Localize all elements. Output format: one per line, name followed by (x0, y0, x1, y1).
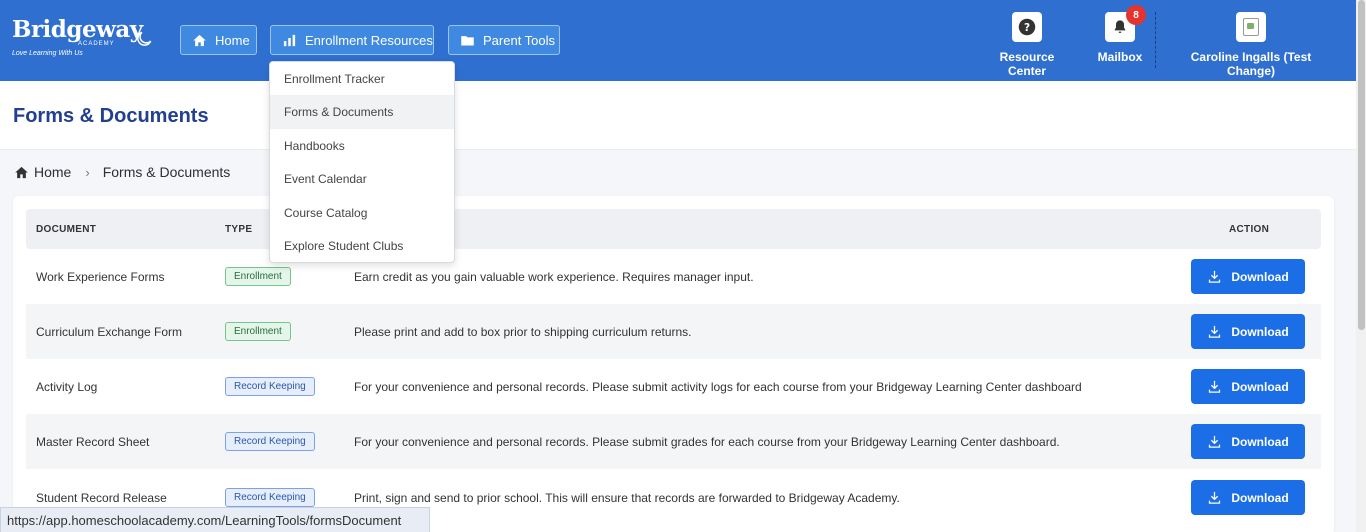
home-icon (15, 166, 28, 178)
download-label: Download (1231, 434, 1289, 449)
document-description: Please print and add to box prior to shi… (354, 325, 692, 339)
nav-parent-label: Parent Tools (483, 32, 556, 48)
type-badge: Record Keeping (225, 377, 315, 396)
download-label: Download (1231, 324, 1289, 339)
header-divider (1155, 12, 1156, 68)
top-nav-bar: Bridgeway ACADEMY Love Learning With Us … (0, 0, 1366, 81)
download-button[interactable]: Download (1191, 369, 1305, 404)
type-badge: Record Keeping (225, 488, 315, 507)
chevron-right-icon: › (85, 164, 90, 180)
type-badge: Record Keeping (225, 432, 315, 451)
download-label: Download (1231, 490, 1289, 505)
table-row: Curriculum Exchange Form Enrollment Plea… (26, 304, 1321, 359)
browser-status-url: https://app.homeschoolacademy.com/Learni… (0, 507, 430, 532)
logo-tagline: Love Learning With Us (12, 50, 83, 57)
download-label: Download (1231, 269, 1289, 284)
resource-center-link[interactable]: ? Resource Center (981, 12, 1073, 78)
resource-center-icon-box: ? (1012, 12, 1042, 42)
page-title-bar: Forms & Documents (0, 81, 1366, 150)
dropdown-item-enrollment-tracker[interactable]: Enrollment Tracker (270, 62, 454, 96)
document-description: Earn credit as you gain valuable work ex… (354, 270, 754, 284)
table-row: Work Experience Forms Enrollment Earn cr… (26, 249, 1321, 304)
page-title: Forms & Documents (13, 105, 209, 127)
folder-icon (461, 35, 474, 45)
mailbox-link[interactable]: 8 Mailbox (1096, 5, 1146, 64)
nav-enrollment-label: Enrollment Resources (305, 32, 433, 48)
document-description: For your convenience and personal record… (354, 435, 1060, 449)
enrollment-resources-dropdown: Enrollment Tracker Forms & Documents Han… (269, 61, 455, 263)
col-header-type: TYPE (225, 224, 253, 235)
download-icon (1209, 435, 1221, 448)
table-row: Master Record Sheet Record Keeping For y… (26, 414, 1321, 469)
broken-image-icon (1243, 18, 1259, 36)
document-name: Student Record Release (36, 491, 167, 505)
col-header-action: ACTION (1229, 224, 1270, 235)
bridgeway-logo[interactable]: Bridgeway ACADEMY Love Learning With Us (12, 16, 143, 60)
type-badge: Enrollment (225, 267, 291, 286)
resource-center-label: Resource Center (999, 50, 1055, 78)
scrollbar-thumb[interactable] (1358, 0, 1365, 330)
breadcrumb-home-link[interactable]: Home (34, 164, 71, 180)
nav-home-label: Home (215, 32, 250, 48)
mailbox-count-badge: 8 (1126, 5, 1146, 25)
download-button[interactable]: Download (1191, 480, 1305, 515)
home-icon (193, 34, 206, 46)
download-button[interactable]: Download (1191, 259, 1305, 294)
dropdown-item-event-calendar[interactable]: Event Calendar (270, 162, 454, 196)
user-profile-menu[interactable]: Caroline Ingalls (Test Change) (1166, 12, 1336, 78)
dropdown-item-explore-student-clubs[interactable]: Explore Student Clubs (270, 229, 454, 263)
document-name: Curriculum Exchange Form (36, 325, 183, 339)
user-name: Caroline Ingalls (Test Change) (1190, 50, 1312, 78)
page-scrollbar[interactable] (1356, 0, 1366, 532)
col-header-document: DOCUMENT (36, 224, 97, 235)
moon-icon[interactable] (134, 29, 154, 49)
mailbox-icon-box: 8 (1105, 5, 1146, 42)
dropdown-item-handbooks[interactable]: Handbooks (270, 129, 454, 163)
logo-sub: ACADEMY (78, 41, 115, 47)
table-header: DOCUMENT TYPE ACTION (26, 209, 1321, 249)
bar-chart-icon (283, 34, 296, 46)
table-row: Activity Log Record Keeping For your con… (26, 359, 1321, 414)
download-icon (1209, 491, 1221, 504)
logo-brand: Bridgeway (12, 16, 143, 43)
breadcrumb-current: Forms & Documents (102, 164, 231, 180)
bell-icon (1114, 20, 1126, 33)
download-icon (1209, 380, 1221, 393)
document-name: Activity Log (36, 380, 98, 394)
download-button[interactable]: Download (1191, 424, 1305, 459)
nav-parent-tools-button[interactable]: Parent Tools (448, 25, 560, 55)
svg-text:?: ? (1024, 22, 1030, 34)
download-button[interactable]: Download (1191, 314, 1305, 349)
nav-home-button[interactable]: Home (180, 25, 257, 55)
document-name: Work Experience Forms (36, 270, 165, 284)
avatar (1236, 12, 1266, 42)
download-icon (1209, 325, 1221, 338)
mailbox-label: Mailbox (1097, 50, 1143, 64)
dropdown-item-forms-documents[interactable]: Forms & Documents (270, 95, 454, 129)
type-badge: Enrollment (225, 322, 291, 341)
nav-enrollment-resources-button[interactable]: Enrollment Resources (270, 25, 434, 55)
document-description: Print, sign and send to prior school. Th… (354, 491, 900, 505)
dropdown-item-course-catalog[interactable]: Course Catalog (270, 196, 454, 230)
download-label: Download (1231, 379, 1289, 394)
document-description: For your convenience and personal record… (354, 380, 1082, 394)
breadcrumb: Home › Forms & Documents (14, 164, 230, 180)
question-circle-icon: ? (1018, 18, 1036, 36)
documents-card: DOCUMENT TYPE ACTION Work Experience For… (13, 196, 1334, 532)
document-name: Master Record Sheet (36, 435, 150, 449)
download-icon (1209, 270, 1221, 283)
